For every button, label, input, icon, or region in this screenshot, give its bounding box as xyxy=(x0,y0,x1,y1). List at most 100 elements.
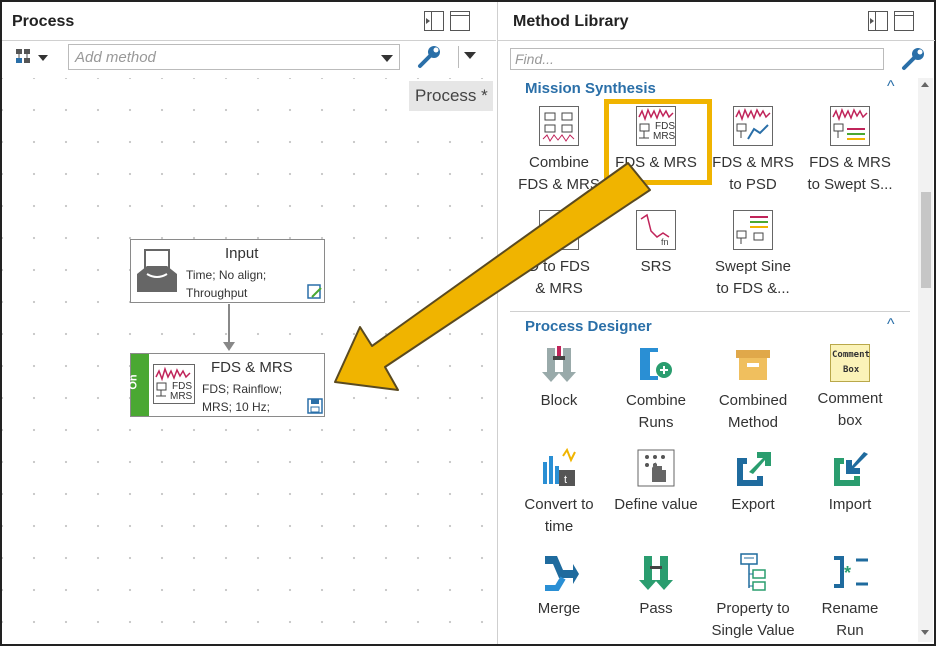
scroll-up-icon[interactable] xyxy=(921,82,929,87)
title-divider xyxy=(2,40,496,41)
lib-item-fds-mrs-to-psd[interactable]: FDS & MRS to PSD xyxy=(705,106,801,196)
lib-item-label: Pass xyxy=(639,600,673,617)
lib-item-label: Run xyxy=(836,622,864,639)
fds-mrs-node-icon: FDS MRS xyxy=(153,364,195,404)
fds-mrs-node[interactable]: On FDS MRS FDS & MRS FDS; Rainflow; MRS;… xyxy=(127,353,325,417)
input-node-line1: Time; No align; xyxy=(186,268,267,282)
lib-item-label: Combine xyxy=(528,154,590,171)
layout-menu-icon[interactable] xyxy=(14,46,54,68)
lib-item-label: time xyxy=(544,518,574,535)
lib-item-label: to Swept S... xyxy=(807,176,893,193)
scroll-down-icon[interactable] xyxy=(921,630,929,635)
find-placeholder: Find... xyxy=(515,51,554,67)
lib-item-label: Combined xyxy=(718,392,788,409)
lib-item-label: to FDS &... xyxy=(716,280,790,297)
lib-item-label: SRS xyxy=(640,258,672,275)
maximize-icon[interactable] xyxy=(894,11,914,31)
wrench-icon[interactable] xyxy=(416,44,442,70)
process-pane-title: Process xyxy=(12,13,75,30)
maximize-icon[interactable] xyxy=(450,11,470,31)
lib-item-label: FDS & MRS xyxy=(809,154,891,171)
fds-node-title: FDS & MRS xyxy=(211,359,293,376)
scroll-thumb[interactable] xyxy=(921,192,931,288)
save-icon[interactable] xyxy=(307,398,323,414)
block-icon xyxy=(539,344,579,384)
toolbar-dropdown-icon[interactable] xyxy=(464,52,476,59)
swept-sine-icon xyxy=(733,210,773,250)
lib-item-export[interactable]: Export xyxy=(705,448,801,516)
collapse-icon[interactable]: ^ xyxy=(887,316,895,334)
input-node[interactable]: Input Time; No align; Throughput xyxy=(130,239,325,303)
lib-item-label: Swept Sine xyxy=(715,258,791,275)
lib-item-label: Combine xyxy=(625,392,687,409)
fds-to-psd-icon xyxy=(733,106,773,146)
svg-text:t: t xyxy=(564,474,567,486)
section-divider xyxy=(510,311,910,312)
lib-item-label: FDS & MRS xyxy=(518,176,600,193)
library-title: Method Library xyxy=(513,13,629,30)
edit-icon[interactable] xyxy=(307,284,323,300)
srs-icon: fn xyxy=(636,210,676,250)
wrench-icon[interactable] xyxy=(900,46,926,72)
lib-item-combine-fds-mrs[interactable]: Combine FDS & MRS xyxy=(511,106,607,196)
svg-text:fn: fn xyxy=(661,237,669,247)
section-title-process-designer[interactable]: Process Designer xyxy=(525,318,652,335)
on-toggle[interactable]: On xyxy=(127,354,149,416)
mrs-text: MRS xyxy=(170,391,193,402)
connector-line xyxy=(228,304,230,344)
lib-item-rename-run[interactable]: * Rename Run xyxy=(802,552,898,642)
lib-item-combine-runs[interactable]: Combine Runs xyxy=(608,344,704,434)
lib-item-import[interactable]: Import xyxy=(802,448,898,516)
library-window-buttons xyxy=(868,11,914,31)
fds-to-swept-icon xyxy=(830,106,870,146)
on-label: On xyxy=(127,374,140,390)
lib-item-label: Property to xyxy=(716,600,790,617)
merge-icon xyxy=(539,552,579,592)
combine-runs-icon xyxy=(636,344,676,384)
find-input[interactable]: Find... xyxy=(510,48,884,70)
lib-item-label: Merge xyxy=(537,600,581,617)
input-node-title: Input xyxy=(225,245,259,262)
process-tab[interactable]: Process * xyxy=(409,81,493,111)
lib-item-comment-box[interactable]: Comment Box Comment box xyxy=(802,344,898,432)
lib-item-srs[interactable]: fn SRS xyxy=(608,210,704,278)
lib-item-label: & MRS xyxy=(535,280,583,297)
connector-arrowhead xyxy=(223,342,235,351)
dock-panel-icon[interactable] xyxy=(424,11,444,31)
lib-item-pass[interactable]: Pass xyxy=(608,552,704,620)
svg-text:*: * xyxy=(844,563,851,583)
export-icon xyxy=(733,448,773,488)
keypad-hand-icon xyxy=(636,448,676,488)
process-window-buttons xyxy=(424,11,470,31)
lib-item-convert-to-time[interactable]: t Convert to time xyxy=(511,447,607,538)
property-tree-icon xyxy=(733,552,773,592)
lib-item-property-to-single-value[interactable]: Property to Single Value xyxy=(705,552,801,642)
lib-item-label: Single Value xyxy=(711,622,795,639)
library-scrollbar[interactable] xyxy=(918,78,933,642)
lib-item-d-to-fds-mrs[interactable]: D to FDS & MRS xyxy=(511,210,607,300)
import-icon xyxy=(830,448,870,488)
lib-item-label: Block xyxy=(540,392,578,409)
lib-item-define-value[interactable]: Define value xyxy=(608,448,704,516)
section-title-mission-synthesis[interactable]: Mission Synthesis xyxy=(525,80,656,97)
lib-item-label: Rename xyxy=(821,600,879,617)
box-icon xyxy=(733,344,773,384)
lib-item-swept-sine-to-fds[interactable]: Swept Sine to FDS &... xyxy=(705,210,801,300)
lib-item-merge[interactable]: Merge xyxy=(511,552,607,620)
lib-item-block[interactable]: Block xyxy=(511,344,607,412)
comment-icon-text: Comment xyxy=(832,350,870,360)
add-method-placeholder: Add method xyxy=(75,49,156,66)
lib-item-fds-mrs-to-swept-sine[interactable]: FDS & MRS to Swept S... xyxy=(802,106,898,196)
dock-panel-icon[interactable] xyxy=(868,11,888,31)
lib-item-label: Comment xyxy=(817,390,883,407)
lib-item-label: D to FDS xyxy=(528,258,590,275)
lib-item-combined-method[interactable]: Combined Method xyxy=(705,344,801,434)
add-method-select[interactable]: Add method xyxy=(68,44,400,70)
highlight-box xyxy=(604,99,712,185)
lib-item-label: Convert to xyxy=(524,496,594,513)
lib-item-label: Import xyxy=(828,496,872,513)
collapse-icon[interactable]: ^ xyxy=(887,78,895,96)
box-icon-text: Box xyxy=(843,365,860,375)
fds-node-line2: MRS; 10 Hz; xyxy=(202,400,271,414)
chevron-down-icon[interactable] xyxy=(381,55,393,62)
